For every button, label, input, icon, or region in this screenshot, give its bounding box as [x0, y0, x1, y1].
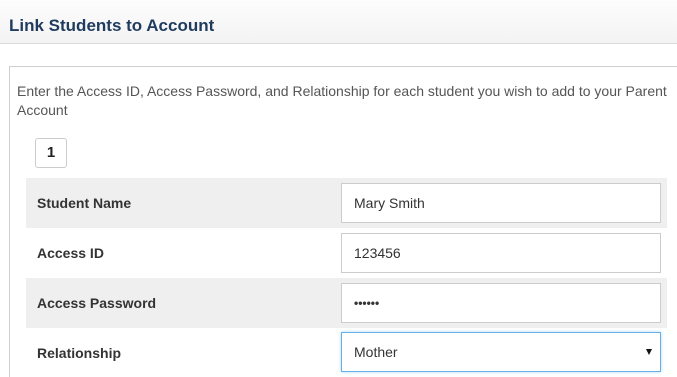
access-id-row: Access ID 123456 — [26, 228, 667, 278]
access-password-input[interactable]: •••••• — [341, 283, 661, 323]
access-password-row: Access Password •••••• — [26, 278, 667, 328]
student-name-input[interactable]: Mary Smith — [341, 183, 661, 223]
student-name-row: Student Name Mary Smith — [26, 178, 667, 228]
caret-down-icon — [646, 349, 652, 355]
relationship-select[interactable]: Mother — [341, 332, 661, 372]
access-id-input[interactable]: 123456 — [341, 233, 661, 273]
access-password-label: Access Password — [37, 295, 157, 311]
page-title: Link Students to Account — [9, 16, 215, 35]
student-number-badge: 1 — [35, 138, 67, 168]
access-id-value: 123456 — [354, 245, 401, 261]
page-header: Link Students to Account — [0, 0, 677, 44]
student-name-value: Mary Smith — [354, 195, 425, 211]
access-id-label: Access ID — [37, 245, 104, 261]
student-name-label: Student Name — [37, 195, 132, 211]
relationship-value: Mother — [354, 344, 398, 360]
relationship-label: Relationship — [37, 345, 122, 361]
link-students-page: Link Students to Account Enter the Acces… — [0, 0, 677, 377]
instructions-text: Enter the Access ID, Access Password, an… — [17, 83, 667, 118]
access-password-value: •••••• — [354, 296, 380, 310]
relationship-row: Relationship Mother — [26, 328, 667, 377]
